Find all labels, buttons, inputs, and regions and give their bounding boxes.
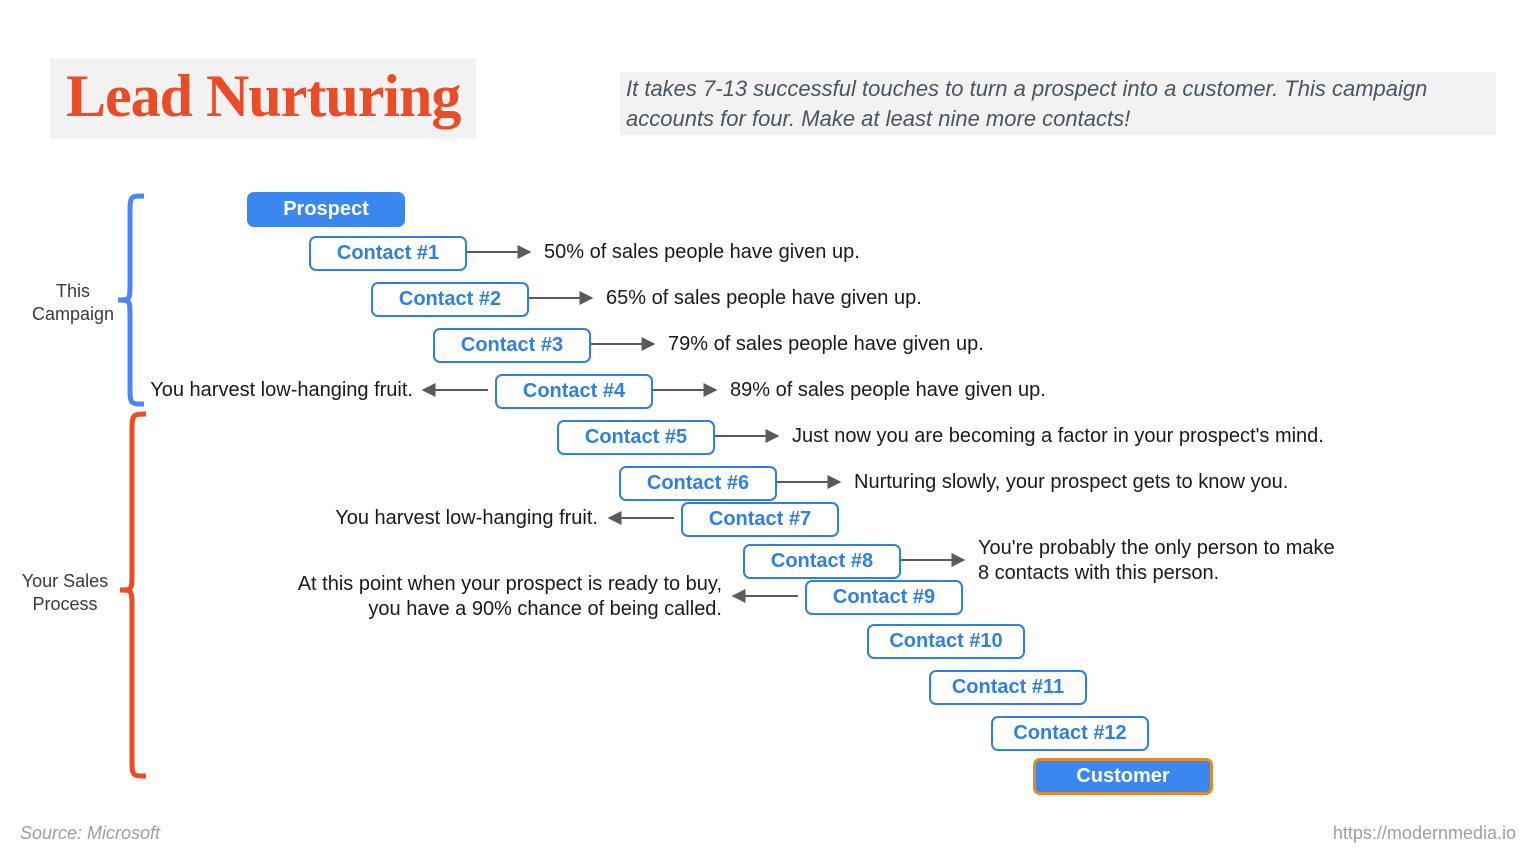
note-c5: Just now you are becoming a factor in yo… (792, 425, 1432, 448)
step-contact-12: Contact #12 (991, 716, 1149, 751)
note-c8: You're probably the only person to make … (978, 536, 1338, 586)
note-c6: Nurturing slowly, your prospect gets to … (854, 471, 1434, 494)
step-contact-10: Contact #10 (867, 624, 1025, 659)
step-contact-3: Contact #3 (433, 328, 591, 363)
note-c4-left: You harvest low-hanging fruit. (118, 379, 413, 402)
step-contact-9: Contact #9 (805, 580, 963, 615)
step-contact-8: Contact #8 (743, 544, 901, 579)
step-contact-2: Contact #2 (371, 282, 529, 317)
brace-process (120, 414, 146, 776)
note-c9-left: At this point when your prospect is read… (280, 572, 722, 622)
step-customer: Customer (1033, 758, 1213, 795)
page-title: Lead Nurturing (50, 58, 476, 139)
note-c3: 79% of sales people have given up. (668, 333, 984, 356)
note-c1: 50% of sales people have given up. (544, 241, 860, 264)
subtitle-note: It takes 7-13 successful touches to turn… (620, 72, 1496, 135)
note-c4: 89% of sales people have given up. (730, 379, 1046, 402)
step-contact-11: Contact #11 (929, 670, 1087, 705)
step-contact-4: Contact #4 (495, 374, 653, 409)
step-contact-6: Contact #6 (619, 466, 777, 501)
section-label-campaign: This Campaign (18, 280, 128, 327)
footer-source: Source: Microsoft (20, 823, 160, 844)
step-contact-1: Contact #1 (309, 236, 467, 271)
step-contact-5: Contact #5 (557, 420, 715, 455)
section-label-process: Your Sales Process (10, 570, 120, 617)
note-c2: 65% of sales people have given up. (606, 287, 922, 310)
step-prospect: Prospect (247, 192, 405, 227)
note-c7-left: You harvest low-hanging fruit. (300, 507, 598, 530)
step-contact-7: Contact #7 (681, 502, 839, 537)
footer-url: https://modernmedia.io (1333, 823, 1516, 844)
